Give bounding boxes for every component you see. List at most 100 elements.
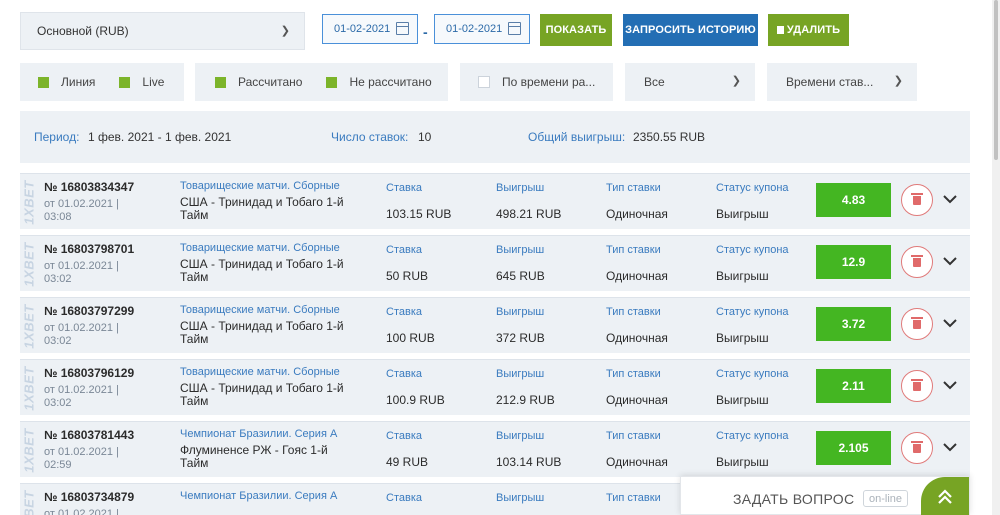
- bet-row[interactable]: 1XBET № 16803797299 от 01.02.2021 | 03:0…: [20, 297, 970, 353]
- chevron-down-icon[interactable]: [942, 250, 958, 272]
- date-from-input[interactable]: 01-02-2021: [322, 14, 418, 44]
- bet-number: № 16803796129: [44, 366, 135, 380]
- bet-tournament[interactable]: Товарищеские матчи. Сборные: [180, 242, 340, 254]
- checkbox-live[interactable]: [119, 76, 131, 88]
- bet-row[interactable]: 1XBET № 16803796129 от 01.02.2021 | 03:0…: [20, 359, 970, 415]
- bet-tournament[interactable]: Чемпионат Бразилии. Серия А: [180, 490, 337, 502]
- checkbox-not-calculated[interactable]: [326, 76, 338, 88]
- bet-count-value: 10: [418, 130, 432, 144]
- brand-logo-text: 1XBET: [21, 427, 37, 473]
- bet-date: от 01.02.2021 | 02:59: [44, 446, 119, 471]
- chat-expand-button[interactable]: [921, 477, 969, 515]
- account-select[interactable]: Основной (RUB) ❯: [20, 12, 305, 50]
- bet-count-label: Число ставок:: [331, 130, 409, 144]
- delete-bet-button[interactable]: [901, 308, 933, 340]
- status-value: Выигрыш: [716, 393, 769, 407]
- bet-type-value: Одиночная: [606, 207, 668, 221]
- trash-icon: [776, 26, 784, 34]
- period-label: Период:: [34, 130, 80, 144]
- online-badge: on-line: [863, 490, 909, 507]
- filter-bet-source: Линия Live: [20, 63, 184, 101]
- stake-label: Ставка: [386, 182, 422, 194]
- delete-bet-button[interactable]: [901, 370, 933, 402]
- bet-type-label: Тип ставки: [606, 244, 661, 256]
- stake-value: 100 RUB: [386, 331, 435, 345]
- chevron-down-icon: ❯: [280, 25, 290, 37]
- delete-button[interactable]: УДАЛИТЬ: [768, 14, 849, 46]
- checkbox-by-time[interactable]: [478, 76, 490, 88]
- summary-bar: Период: 1 фев. 2021 - 1 фев. 2021 Число …: [20, 111, 970, 163]
- filter-all-select[interactable]: Все ❯: [625, 63, 755, 101]
- win-label: Выигрыш: [496, 368, 545, 380]
- chevron-down-icon[interactable]: [942, 436, 958, 458]
- win-label: Выигрыш: [496, 182, 545, 194]
- bet-tournament[interactable]: Чемпионат Бразилии. Серия А: [180, 428, 337, 440]
- delete-bet-button[interactable]: [901, 246, 933, 278]
- brand-logo: 1XBET: [20, 174, 38, 230]
- filter-calculated-label: Рассчитано: [238, 75, 303, 89]
- bet-event: Флуминенсе РЖ - Гояс 1-й Тайм: [180, 443, 328, 470]
- double-chevron-up-icon: [938, 488, 952, 504]
- brand-logo: 1XBET: [20, 236, 38, 292]
- bet-row[interactable]: 1XBET № 16803781443 от 01.02.2021 | 02:5…: [20, 421, 970, 477]
- filter-live-label: Live: [142, 75, 165, 89]
- chevron-down-icon[interactable]: [942, 312, 958, 334]
- bet-tournament[interactable]: Товарищеские матчи. Сборные: [180, 304, 340, 316]
- filter-by-time[interactable]: По времени ра...: [460, 63, 613, 101]
- bet-date: от 01.02.2021 | 03:08: [44, 198, 119, 223]
- date-from-value: 01-02-2021: [334, 23, 391, 35]
- total-win-value: 2350.55 RUB: [633, 130, 706, 144]
- bet-tournament[interactable]: Товарищеские матчи. Сборные: [180, 180, 340, 192]
- stake-label: Ставка: [386, 244, 422, 256]
- stake-value: 100.9 RUB: [386, 393, 445, 407]
- win-label: Выигрыш: [496, 430, 545, 442]
- bet-row[interactable]: 1XBET № 16803798701 от 01.02.2021 | 03:0…: [20, 235, 970, 291]
- filter-all-value: Все: [644, 75, 665, 89]
- brand-logo-text: 1XBET: [21, 179, 37, 225]
- stake-value: 103.15 RUB: [386, 207, 452, 221]
- chat-widget[interactable]: ЗАДАТЬ ВОПРОС on-line: [680, 476, 970, 515]
- bet-row[interactable]: 1XBET № 16803834347 от 01.02.2021 | 03:0…: [20, 173, 970, 229]
- coefficient-badge: 2.105: [816, 431, 891, 465]
- stake-value: 49 RUB: [386, 455, 429, 469]
- calendar-icon[interactable]: [508, 22, 521, 35]
- bet-date: от 01.02.2021 |: [44, 508, 119, 515]
- request-history-button[interactable]: ЗАПРОСИТЬ ИСТОРИЮ: [623, 14, 758, 46]
- win-value: 498.21 RUB: [496, 207, 562, 221]
- chevron-down-icon[interactable]: [942, 188, 958, 210]
- bet-date: от 01.02.2021 | 03:02: [44, 260, 119, 285]
- show-button[interactable]: ПОКАЗАТЬ: [540, 14, 612, 46]
- total-win-label: Общий выигрыш:: [528, 130, 626, 144]
- brand-logo: 1XBET: [20, 298, 38, 354]
- chevron-down-icon: ❯: [893, 75, 903, 87]
- account-select-value: Основной (RUB): [37, 24, 129, 38]
- ask-question-label[interactable]: ЗАДАТЬ ВОПРОС: [733, 491, 854, 507]
- page-scrollbar[interactable]: [992, 0, 1000, 515]
- bet-event: США - Тринидад и Тобаго 1-й Тайм: [180, 319, 344, 346]
- checkbox-calculated[interactable]: [215, 76, 226, 88]
- brand-logo-text: 1XBET: [21, 303, 37, 349]
- bet-tournament[interactable]: Товарищеские матчи. Сборные: [180, 366, 340, 378]
- date-to-input[interactable]: 01-02-2021: [434, 14, 530, 44]
- bet-type-label: Тип ставки: [606, 182, 661, 194]
- delete-bet-button[interactable]: [901, 184, 933, 216]
- chevron-down-icon[interactable]: [942, 374, 958, 396]
- scrollbar-thumb[interactable]: [994, 0, 998, 160]
- status-value: Выигрыш: [716, 207, 769, 221]
- win-value: 103.14 RUB: [496, 455, 562, 469]
- stake-label: Ставка: [386, 368, 422, 380]
- bet-event: США - Тринидад и Тобаго 1-й Тайм: [180, 195, 344, 222]
- filter-sort-select[interactable]: Времени став... ❯: [767, 63, 917, 101]
- brand-logo: 1XBET: [20, 422, 38, 478]
- delete-bet-button[interactable]: [901, 432, 933, 464]
- win-value: 372 RUB: [496, 331, 545, 345]
- filter-not-calculated-label: Не рассчитано: [349, 75, 432, 89]
- bet-date: от 01.02.2021 | 03:02: [44, 322, 119, 347]
- delete-button-label: УДАЛИТЬ: [786, 24, 841, 36]
- calendar-icon[interactable]: [396, 22, 409, 35]
- status-label: Статус купона: [716, 182, 789, 194]
- coefficient-badge: 4.83: [816, 183, 891, 217]
- checkbox-line[interactable]: [38, 76, 49, 88]
- bet-number: № 16803798701: [44, 242, 135, 256]
- win-label: Выигрыш: [496, 306, 545, 318]
